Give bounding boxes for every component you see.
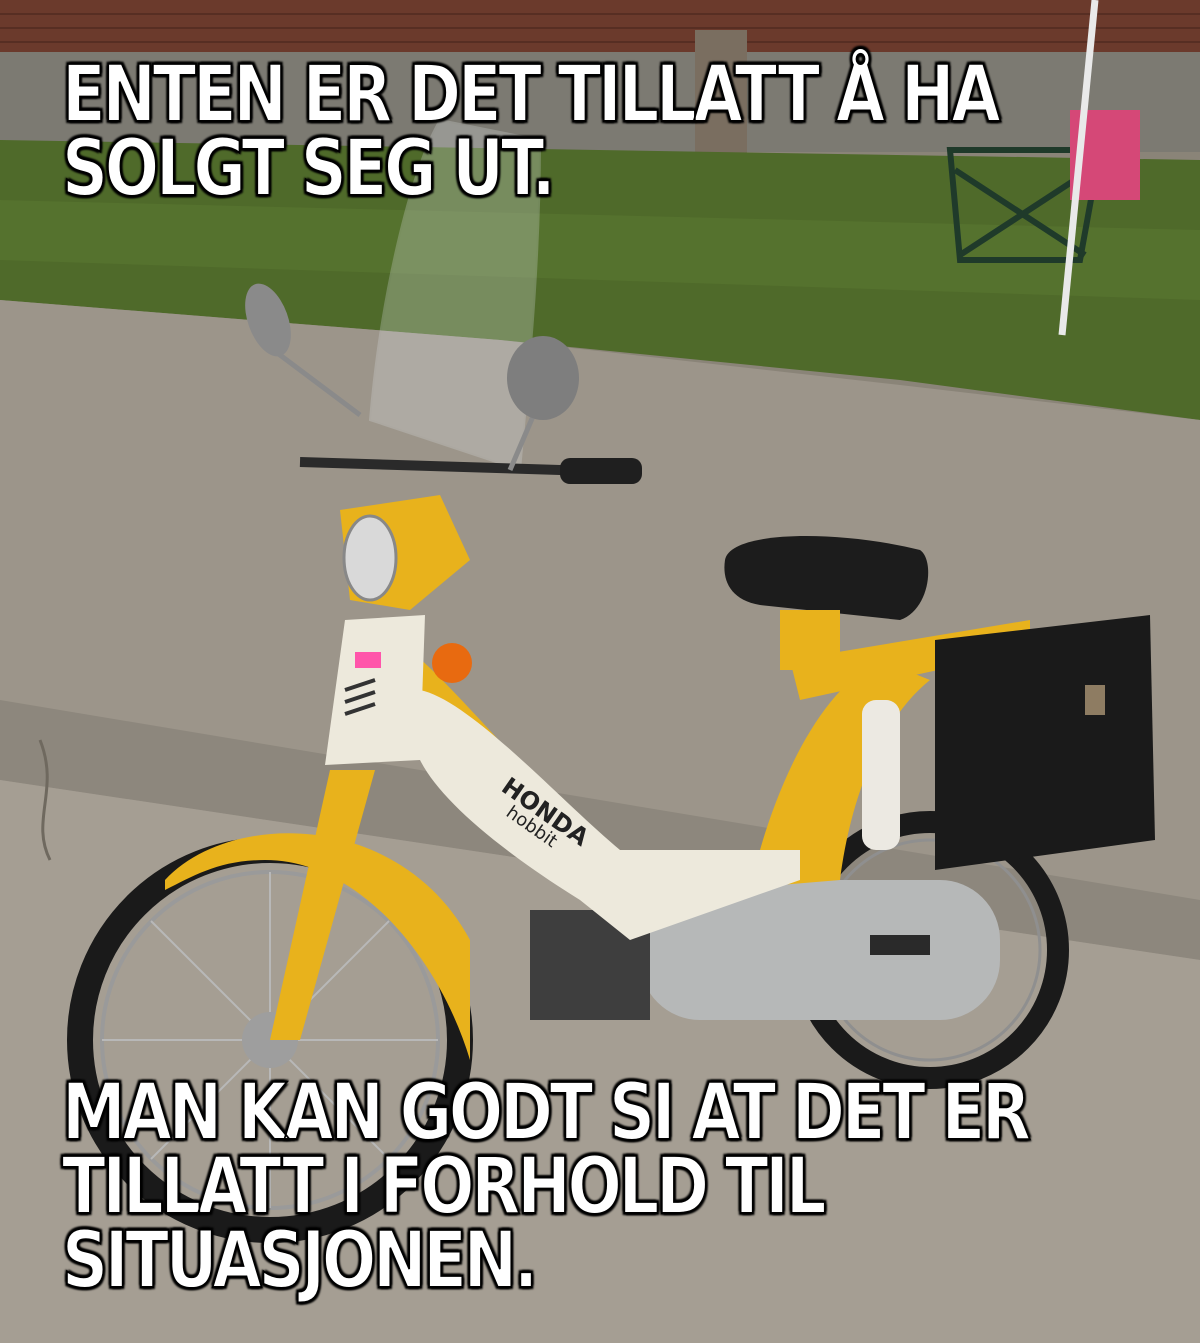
bottom-caption-line: MAN KAN GODT SI AT DET ER [61,1068,1032,1158]
saddlebag [935,615,1155,870]
price-sticker [355,652,381,668]
bottom-caption-line: SITUASJONEN. [61,1216,539,1306]
pedal [870,935,930,955]
top-caption-line: SOLGT SEG UT. [61,124,556,214]
meme-image: HONDA hobbit ENTEN ER DET TILLATT Å HA S… [0,0,1200,1343]
top-caption: ENTEN ER DET TILLATT Å HA SOLGT SEG UT. [61,50,1001,214]
bottom-caption-line: TILLATT I FORHOLD TIL [61,1142,827,1232]
rear-shock [862,700,900,850]
headlight [342,514,398,602]
mirror-right [507,336,579,420]
bottom-caption: MAN KAN GODT SI AT DET ER TILLATT I FORH… [61,1068,1032,1306]
top-caption-line: ENTEN ER DET TILLATT Å HA [61,50,1001,140]
turn-signal [432,643,472,683]
